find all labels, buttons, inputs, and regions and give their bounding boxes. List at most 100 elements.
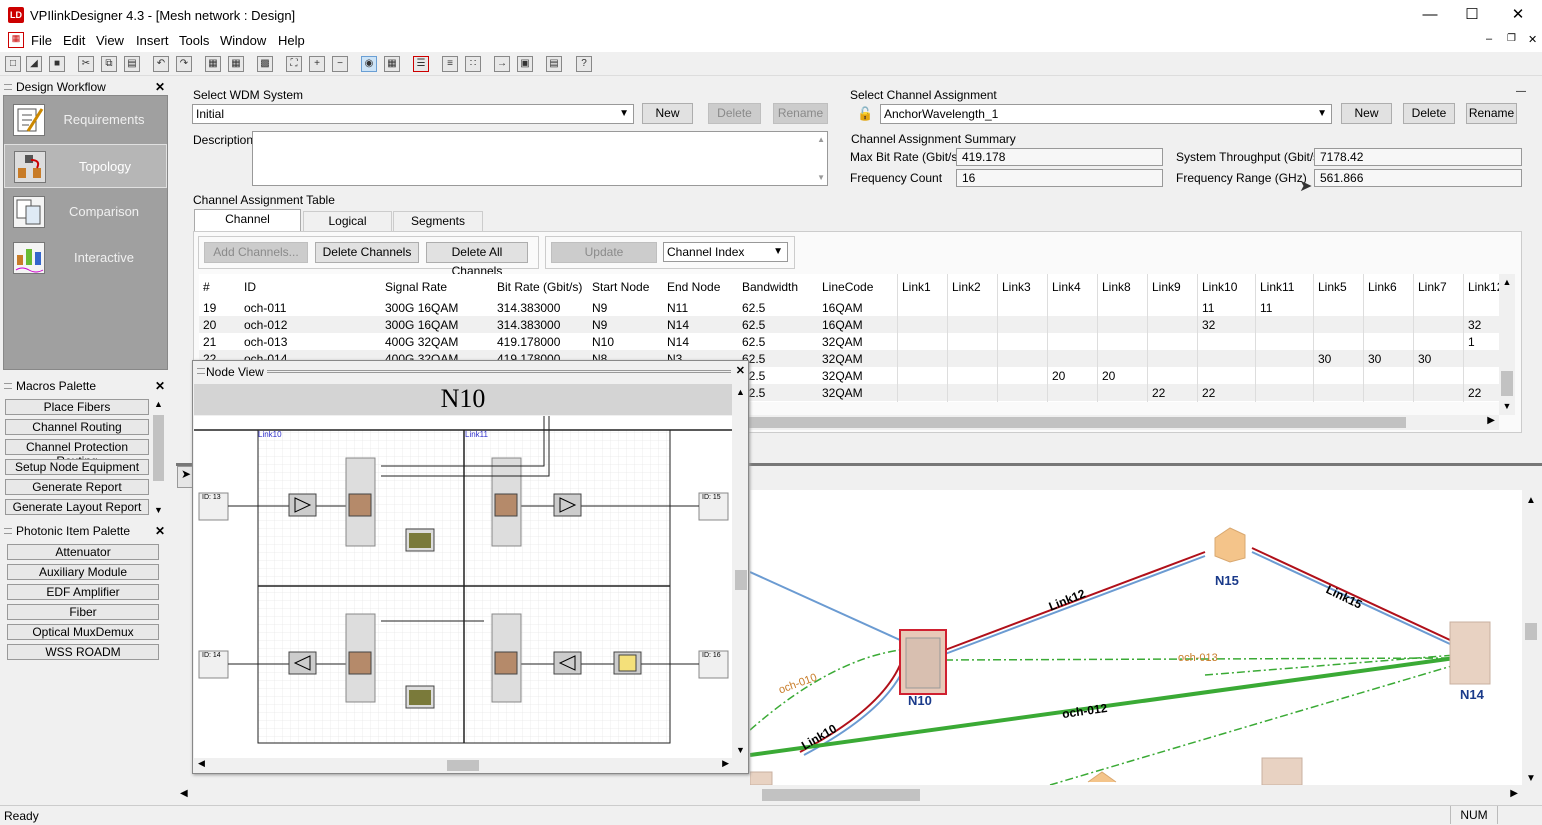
table-vscroll-thumb[interactable] (1501, 371, 1513, 396)
scroll-right-icon[interactable]: ▶ (1487, 415, 1495, 426)
item-edf-amplifier[interactable]: EDF Amplifier (7, 584, 159, 600)
scroll-down-icon[interactable]: ▼ (733, 745, 748, 755)
node-view-vscroll-thumb[interactable] (735, 570, 747, 590)
workflow-topology[interactable]: Topology (4, 144, 167, 188)
column-header[interactable]: Start Node (592, 280, 649, 294)
node-diagram-canvas[interactable]: Link10 Link11 ID: 13 ID: 15 ID: 14 ID: 1… (194, 416, 732, 758)
zoom-in-icon[interactable]: + (309, 56, 325, 72)
close-icon[interactable]: ✕ (1508, 5, 1528, 25)
item-optical-muxdemux[interactable]: Optical MuxDemux (7, 624, 159, 640)
column-header[interactable]: Link4 (1052, 280, 1081, 294)
scroll-down-icon[interactable]: ▼ (1522, 773, 1540, 784)
topology-vscroll-thumb[interactable] (1525, 623, 1537, 640)
node-view-titlebar[interactable]: Node View ✕ (193, 361, 748, 381)
workflow-close-icon[interactable]: ✕ (155, 78, 165, 96)
add-channels-button[interactable]: Add Channels... (204, 242, 308, 263)
node-view-vscrollbar[interactable]: ▲ ▼ (733, 384, 748, 758)
align-icon[interactable]: ≡ (442, 56, 458, 72)
macro-channel-routing[interactable]: Channel Routing (5, 419, 149, 435)
column-header[interactable]: Link11 (1260, 280, 1294, 294)
column-header[interactable]: Link1 (902, 280, 931, 294)
column-header[interactable]: Link5 (1318, 280, 1347, 294)
mdi-close-icon[interactable]: ✕ (1528, 33, 1537, 46)
report-icon[interactable]: ▤ (546, 56, 562, 72)
node-view-window[interactable]: Node View ✕ N10 Link10 Link11 ID: 13 ID:… (192, 360, 749, 774)
column-header[interactable]: Bit Rate (Gbit/s) (497, 280, 582, 294)
table-hscroll-thumb[interactable] (749, 417, 1406, 428)
topology-canvas[interactable]: N10 N15 N14 Link12 Link15 Link10 och-010… (750, 490, 1522, 785)
column-header[interactable]: LineCode (822, 280, 873, 294)
scroll-left-icon[interactable]: ◀ (198, 758, 205, 769)
assignment-select[interactable]: AnchorWavelength_1 ▼ (880, 104, 1332, 124)
tab-logical-channels[interactable]: Logical Channels (303, 211, 392, 246)
topology-hscroll-thumb[interactable] (762, 789, 920, 801)
node-view-hscroll-thumb[interactable] (447, 760, 479, 771)
fiber-link[interactable] (750, 571, 901, 641)
node-building[interactable] (1261, 757, 1303, 785)
wss-icon[interactable] (348, 651, 372, 675)
copy-icon[interactable]: ⧉ (101, 56, 117, 72)
minimize-icon[interactable]: — (1420, 5, 1440, 25)
amplifier-icon[interactable] (288, 493, 317, 517)
item-wss-roadm[interactable]: WSS ROADM (7, 644, 159, 660)
node-view-hscrollbar[interactable]: ◀ ▶ (194, 758, 733, 773)
topology-hscrollbar[interactable]: ◀ ▶ (176, 787, 1522, 803)
menu-help[interactable]: Help (278, 33, 305, 48)
workflow-interactive[interactable]: Interactive (4, 236, 167, 280)
column-header[interactable]: Link6 (1368, 280, 1397, 294)
table-row[interactable]: 21 och-013 400G 32QAM 419.178000 N10 N14 62.5 3… (199, 333, 1499, 350)
zoom-out-icon[interactable]: − (332, 56, 348, 72)
scroll-right-icon[interactable]: ▶ (1510, 788, 1518, 799)
column-header[interactable]: Link2 (952, 280, 981, 294)
layout-icon[interactable]: ▣ (517, 56, 533, 72)
mdi-document-icon[interactable]: ▦ (8, 32, 24, 48)
column-header[interactable]: Link12 (1468, 280, 1499, 294)
amplifier-icon[interactable] (288, 651, 317, 675)
column-header[interactable]: Link8 (1102, 280, 1131, 294)
menu-edit[interactable]: Edit (63, 33, 85, 48)
menu-file[interactable]: File (31, 33, 52, 48)
menu-window[interactable]: Window (220, 33, 266, 48)
wdm-new-button[interactable]: New (642, 103, 693, 124)
macro-channel-protection-routing[interactable]: Channel Protection Routing (5, 439, 149, 468)
scroll-up-icon[interactable]: ▲ (1522, 495, 1540, 506)
macros-scrollbar[interactable]: ▲ ▼ (151, 399, 166, 515)
column-header[interactable]: End Node (667, 280, 720, 294)
amplifier-icon[interactable] (553, 651, 582, 675)
tab-channel-parameters[interactable]: Channel Parameters (194, 209, 301, 244)
new-file-icon[interactable]: □ (5, 56, 21, 72)
delete-all-channels-button[interactable]: Delete All Channels (426, 242, 528, 278)
column-header[interactable]: Signal Rate (385, 280, 447, 294)
scroll-down-icon[interactable]: ▼ (817, 173, 825, 182)
wss-icon[interactable] (494, 651, 518, 675)
item-fiber[interactable]: Fiber (7, 604, 159, 620)
assignment-new-button[interactable]: New (1341, 103, 1392, 124)
wdm-delete-button[interactable]: Delete (708, 103, 761, 124)
column-header[interactable]: Link7 (1418, 280, 1447, 294)
item-auxiliary-module[interactable]: Auxiliary Module (7, 564, 159, 580)
column-header[interactable]: Link10 (1202, 280, 1237, 294)
column-header[interactable]: ID (244, 280, 256, 294)
equipment-view-icon[interactable]: ▦ (384, 56, 400, 72)
table-row[interactable]: 20 och-012 300G 16QAM 314.383000 N9 N14 62.5 16… (199, 316, 1499, 333)
node-view-close-icon[interactable]: ✕ (736, 364, 745, 377)
scroll-left-icon[interactable]: ◀ (180, 788, 188, 799)
channel-och-010[interactable] (750, 649, 901, 731)
amplifier-icon[interactable] (553, 493, 582, 517)
topology-view-icon[interactable]: ◉ (361, 56, 377, 72)
macros-scroll-thumb[interactable] (153, 415, 164, 481)
open-folder-icon[interactable]: ◢ (26, 56, 42, 72)
node-n15-box[interactable] (1214, 527, 1246, 563)
workflow-comparison[interactable]: Comparison (4, 190, 167, 234)
column-header[interactable]: Link9 (1152, 280, 1181, 294)
scroll-up-icon[interactable]: ▲ (1499, 277, 1515, 287)
mdi-minimize-icon[interactable]: – (1486, 33, 1492, 45)
table-row[interactable]: 19 och-011 300G 16QAM 314.383000 N9 N11 62.5 16… (199, 299, 1499, 316)
wss-icon[interactable] (494, 493, 518, 517)
cut-icon[interactable]: ✂ (78, 56, 94, 72)
node-n14-building[interactable] (1449, 621, 1491, 685)
workflow-requirements[interactable]: Requirements (4, 98, 167, 142)
node-building[interactable] (750, 771, 773, 785)
column-header[interactable]: Link3 (1002, 280, 1031, 294)
description-field[interactable]: ▲ ▼ (252, 131, 828, 186)
